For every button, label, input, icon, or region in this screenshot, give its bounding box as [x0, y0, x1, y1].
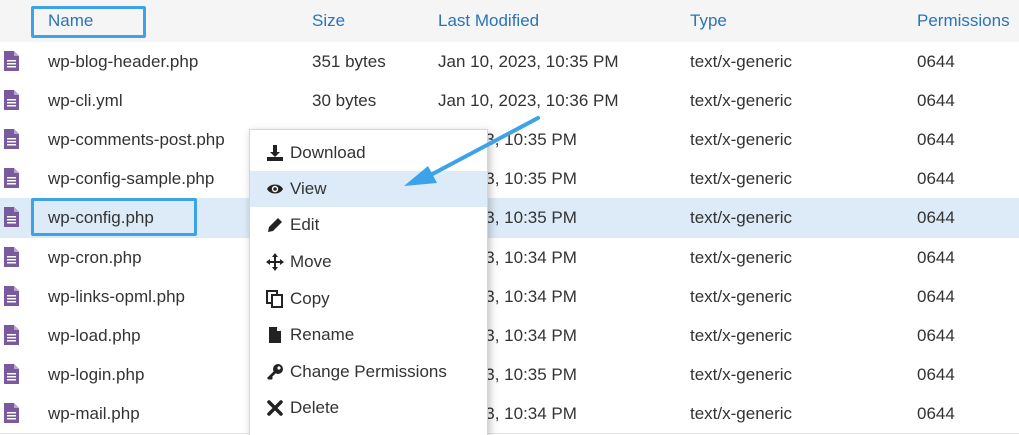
menu-item-delete[interactable]: Delete — [250, 390, 487, 426]
file-type: text/x-generic — [690, 52, 793, 71]
file-name[interactable]: wp-comments-post.php — [48, 130, 225, 150]
download-icon — [267, 145, 283, 161]
file-name[interactable]: wp-links-opml.php — [48, 287, 185, 307]
file-name[interactable]: wp-config-sample.php — [48, 169, 214, 189]
file-type: text/x-generic — [690, 403, 793, 423]
file-icon — [4, 246, 19, 267]
table-header: Name Size Last Modified Type Permissions — [0, 0, 1019, 43]
table-row[interactable]: wp-links-opml.php 0, 2023, 10:34 PM text/x… — [0, 276, 1019, 317]
eye-icon — [267, 184, 283, 194]
file-permissions: 0644 — [917, 91, 955, 111]
file-permissions: 0644 — [917, 403, 955, 423]
move-arrows-icon — [266, 253, 284, 271]
file-permissions: 0644 — [917, 169, 955, 189]
file-type: text/x-generic — [690, 91, 793, 111]
menu-item-label: Download — [290, 143, 366, 162]
table-row[interactable]: wp-mail.php 0, 2023, 10:34 PM text/x-gener… — [0, 393, 1019, 434]
file-icon — [4, 168, 19, 189]
file-icon — [4, 324, 19, 345]
column-header-permissions[interactable]: Permissions — [917, 11, 1010, 31]
file-permissions: 0644 — [917, 325, 955, 345]
file-type: text/x-generic — [690, 208, 793, 228]
file-type: text/x-generic — [690, 364, 793, 384]
file-type: text/x-generic — [690, 130, 793, 150]
menu-item-label: Copy — [290, 289, 330, 308]
menu-item-label: Move — [290, 252, 332, 271]
file-name[interactable]: wp-blog-header.php — [48, 52, 198, 72]
menu-item-view[interactable]: View — [250, 171, 487, 207]
file-icon — [4, 402, 19, 423]
file-manager: Name Size Last Modified Type Permissions… — [0, 0, 1019, 435]
table-row[interactable]: wp-load.php 0, 2023, 10:34 PM text/x-gener… — [0, 315, 1019, 356]
file-icon — [4, 129, 19, 150]
menu-item-change-permissions[interactable]: Change Permissions — [250, 354, 487, 390]
menu-item-label: View — [290, 179, 327, 198]
file-type: text/x-generic — [690, 286, 793, 306]
file-size: 351 bytes — [312, 52, 386, 71]
wp-config-highlight — [31, 198, 197, 236]
x-icon — [267, 400, 283, 416]
table-row[interactable]: wp-login.php 0, 2023, 10:35 PM text/x-gene… — [0, 354, 1019, 395]
file-permissions: 0644 — [917, 52, 955, 71]
key-icon — [267, 364, 283, 380]
table-row[interactable]: wp-config-sample.php 0, 2023, 10:35 PM tex… — [0, 159, 1019, 200]
file-icon — [4, 51, 19, 71]
column-header-size[interactable]: Size — [312, 11, 345, 31]
file-name[interactable]: wp-cli.yml — [48, 91, 123, 111]
file-permissions: 0644 — [917, 208, 955, 228]
file-type: text/x-generic — [690, 169, 793, 189]
menu-item-move[interactable]: Move — [250, 244, 487, 280]
copy-icon — [266, 290, 283, 308]
table-row[interactable]: wp-comments-post.php 0, 2023, 10:35 PM tex… — [0, 120, 1019, 161]
file-permissions: 0644 — [917, 130, 955, 150]
pencil-icon — [268, 218, 282, 232]
file-permissions: 0644 — [917, 286, 955, 306]
column-header-type[interactable]: Type — [690, 11, 727, 31]
name-header-highlight — [31, 6, 146, 38]
file-name[interactable]: wp-login.php — [48, 365, 144, 385]
menu-item-label: Rename — [290, 325, 355, 344]
context-menu: Download View Edit Move Copy Rename Chan… — [249, 129, 488, 435]
menu-item-copy[interactable]: Copy — [250, 281, 487, 317]
file-name[interactable]: wp-mail.php — [48, 404, 140, 424]
file-size: 30 bytes — [312, 91, 377, 111]
menu-item-rename[interactable]: Rename — [250, 317, 487, 353]
file-icon — [4, 285, 19, 306]
file-permissions: 0644 — [917, 364, 955, 384]
file-icon — [4, 90, 19, 111]
menu-item-label: Delete — [290, 398, 340, 417]
file-modified: Jan 10, 2023, 10:35 PM — [438, 52, 619, 71]
file-type: text/x-generic — [690, 325, 793, 345]
file-modified: Jan 10, 2023, 10:36 PM — [438, 91, 619, 111]
file-permissions: 0644 — [917, 247, 955, 267]
file-name[interactable]: wp-cron.php — [48, 248, 142, 268]
file-type: text/x-generic — [690, 247, 793, 267]
table-row[interactable]: wp-blog-header.php 351 bytes Jan 10, 2023,… — [0, 42, 1019, 82]
file-name[interactable]: wp-load.php — [48, 326, 141, 346]
file-icon — [4, 207, 19, 228]
menu-item-edit[interactable]: Edit — [250, 207, 487, 243]
menu-item-label: Change Permissions — [290, 362, 447, 381]
column-header-last-modified[interactable]: Last Modified — [438, 11, 539, 31]
table-row[interactable]: wp-cli.yml 30 bytes Jan 10, 2023, 10:36 PM… — [0, 81, 1019, 122]
file-icon — [4, 363, 19, 384]
file-icon — [269, 327, 281, 343]
menu-item-label: Edit — [290, 215, 320, 234]
menu-item-download[interactable]: Download — [250, 135, 487, 171]
table-row[interactable]: wp-cron.php 0, 2023, 10:34 PM text/x-gener… — [0, 237, 1019, 278]
